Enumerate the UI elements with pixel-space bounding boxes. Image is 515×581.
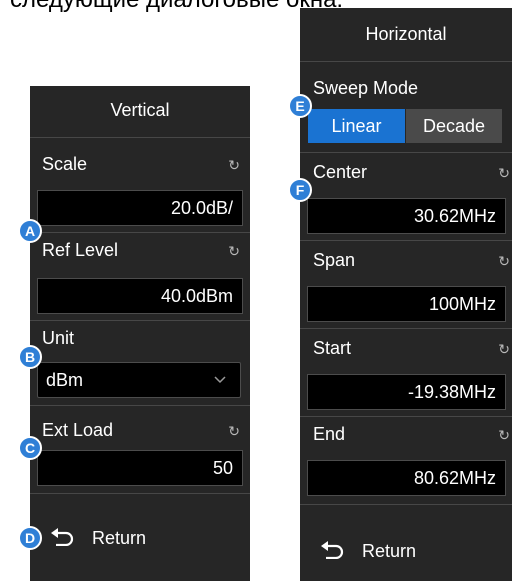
marker-e: E — [288, 94, 312, 118]
marker-c: C — [18, 436, 42, 460]
knob-refresh-icon: ↻ — [498, 253, 510, 269]
scale-label: Scale — [42, 154, 88, 174]
caption-text: следующие диалоговые окна: — [10, 0, 343, 14]
horizontal-title: Horizontal — [365, 24, 447, 44]
chevron-down-icon — [214, 363, 226, 408]
span-label: Span — [313, 250, 356, 270]
divider — [300, 328, 512, 329]
divider — [300, 416, 512, 417]
return-arrow-icon — [320, 539, 346, 564]
horizontal-panel: Horizontal Sweep Mode Linear Decade Cent… — [300, 8, 512, 581]
unit-label: Unit — [42, 328, 75, 348]
sweep-linear-option[interactable]: Linear — [308, 109, 405, 143]
divider — [300, 152, 512, 153]
return-arrow-icon — [50, 526, 76, 551]
end-label: End — [313, 424, 346, 444]
unit-select[interactable]: dBm — [37, 362, 241, 398]
sweep-decade-option[interactable]: Decade — [406, 109, 502, 143]
return-button[interactable]: Return — [320, 539, 416, 564]
divider — [30, 320, 250, 321]
return-label: Return — [92, 528, 147, 548]
center-value-field[interactable]: 30.62MHz — [307, 198, 506, 234]
marker-d: D — [18, 526, 42, 550]
divider — [300, 504, 512, 505]
start-value-field[interactable]: -19.38MHz — [307, 374, 506, 410]
marker-f: F — [288, 178, 312, 202]
knob-refresh-icon: ↻ — [228, 423, 240, 439]
end-value-field[interactable]: 80.62MHz — [307, 460, 506, 496]
knob-refresh-icon: ↻ — [498, 165, 510, 181]
scale-value-field[interactable]: 20.0dB/ — [37, 190, 243, 226]
divider — [30, 405, 250, 406]
ref-level-label: Ref Level — [42, 240, 119, 260]
ref-level-value-field[interactable]: 40.0dBm — [37, 278, 243, 314]
start-label: Start — [313, 338, 352, 358]
center-label: Center — [313, 162, 368, 182]
divider — [30, 232, 250, 233]
knob-refresh-icon: ↻ — [228, 243, 240, 259]
divider — [30, 493, 250, 494]
divider — [300, 240, 512, 241]
return-button[interactable]: Return — [50, 526, 146, 551]
marker-a: A — [18, 219, 42, 243]
knob-refresh-icon: ↻ — [498, 341, 510, 357]
return-label: Return — [362, 541, 417, 561]
divider — [300, 61, 512, 62]
knob-refresh-icon: ↻ — [228, 157, 240, 173]
vertical-panel: Vertical Scale ↻ 20.0dB/ Ref Level ↻ 40.… — [30, 86, 250, 581]
span-value-field[interactable]: 100MHz — [307, 286, 506, 322]
ext-load-value-field[interactable]: 50 — [37, 450, 243, 486]
knob-refresh-icon: ↻ — [498, 427, 510, 443]
vertical-title: Vertical — [110, 100, 170, 120]
ext-load-label: Ext Load — [42, 420, 114, 440]
divider — [30, 137, 250, 138]
unit-selected-value: dBm — [46, 370, 84, 390]
sweep-mode-label: Sweep Mode — [313, 78, 419, 98]
marker-b: B — [18, 345, 42, 369]
